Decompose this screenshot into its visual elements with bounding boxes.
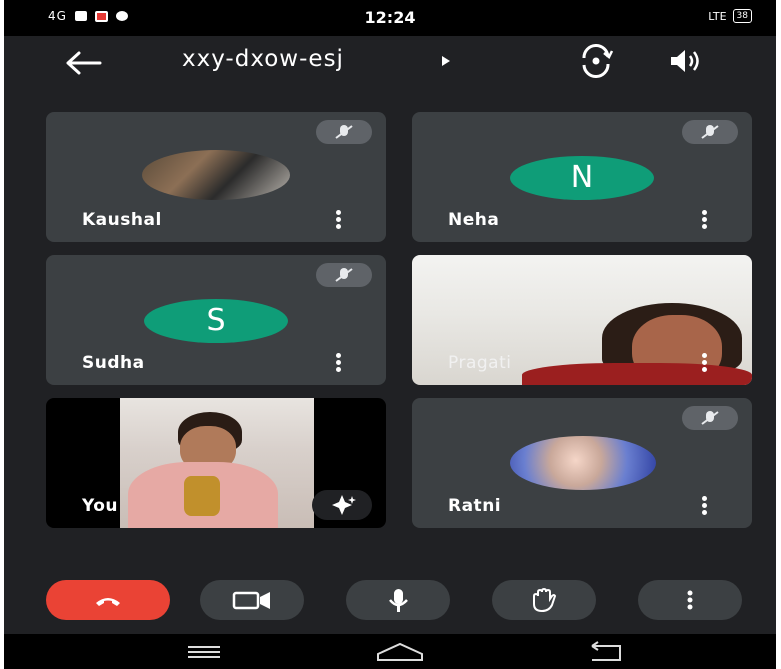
system-nav-bar — [4, 634, 776, 669]
mic-off-icon — [316, 120, 372, 144]
lte-label: LTE — [708, 9, 727, 23]
participant-name: Sudha — [82, 353, 145, 373]
status-bar: 4G 12:24 LTE 38 — [4, 0, 776, 36]
participant-name: Kaushal — [82, 210, 162, 230]
participant-name: Pragati — [448, 353, 512, 373]
hand-icon — [533, 587, 557, 613]
more-vert-icon — [687, 590, 693, 610]
speaker-icon[interactable] — [668, 46, 702, 76]
back-arrow-icon[interactable] — [64, 48, 104, 78]
self-video — [120, 398, 314, 528]
camera-toggle-button[interactable] — [200, 580, 304, 620]
mic-off-icon — [682, 120, 738, 144]
avatar: N — [510, 156, 654, 200]
effects-sparkle-icon[interactable] — [312, 488, 372, 522]
participant-name: Neha — [448, 210, 500, 230]
raise-hand-button[interactable] — [492, 580, 596, 620]
call-header: xxy-dxow-esj — [4, 36, 776, 92]
battery-icon: 38 — [732, 9, 752, 23]
participant-tile[interactable]: Pragati — [412, 255, 752, 385]
participant-name: Ratni — [448, 496, 502, 516]
participant-tile[interactable]: Kaushal — [46, 112, 386, 242]
more-vert-icon[interactable] — [336, 210, 342, 229]
participant-tile[interactable]: S Sudha — [46, 255, 386, 385]
mic-icon — [389, 589, 408, 612]
more-vert-icon[interactable] — [702, 496, 708, 515]
more-vert-icon[interactable] — [702, 210, 708, 229]
back-nav-icon[interactable] — [584, 640, 628, 664]
switch-camera-icon[interactable] — [578, 44, 614, 78]
more-vert-icon[interactable] — [336, 353, 342, 372]
meet-call-screen: 4G 12:24 LTE 38 xxy-dxow-esj Kaushal N N… — [4, 0, 776, 669]
avatar — [510, 436, 656, 490]
avatar — [142, 150, 290, 200]
status-icons-right: LTE 38 — [708, 9, 752, 23]
mic-off-icon — [682, 406, 738, 430]
self-view-tile[interactable]: You — [46, 398, 386, 528]
participant-tile[interactable]: N Neha — [412, 112, 752, 242]
more-options-button[interactable] — [638, 580, 742, 620]
avatar: S — [144, 299, 288, 343]
end-call-button[interactable] — [46, 580, 170, 620]
participant-tile[interactable]: Ratni — [412, 398, 752, 528]
meeting-code[interactable]: xxy-dxow-esj — [182, 46, 344, 72]
home-icon[interactable] — [372, 640, 428, 664]
menu-icon[interactable] — [184, 644, 224, 660]
videocam-icon — [232, 591, 270, 610]
phone-hangup-icon — [96, 598, 120, 606]
participant-name: You — [82, 496, 119, 516]
mic-off-icon — [316, 263, 372, 287]
status-time: 12:24 — [364, 8, 416, 27]
meeting-details-icon[interactable] — [442, 56, 450, 66]
more-vert-icon[interactable] — [702, 353, 708, 372]
microphone-toggle-button[interactable] — [346, 580, 450, 620]
